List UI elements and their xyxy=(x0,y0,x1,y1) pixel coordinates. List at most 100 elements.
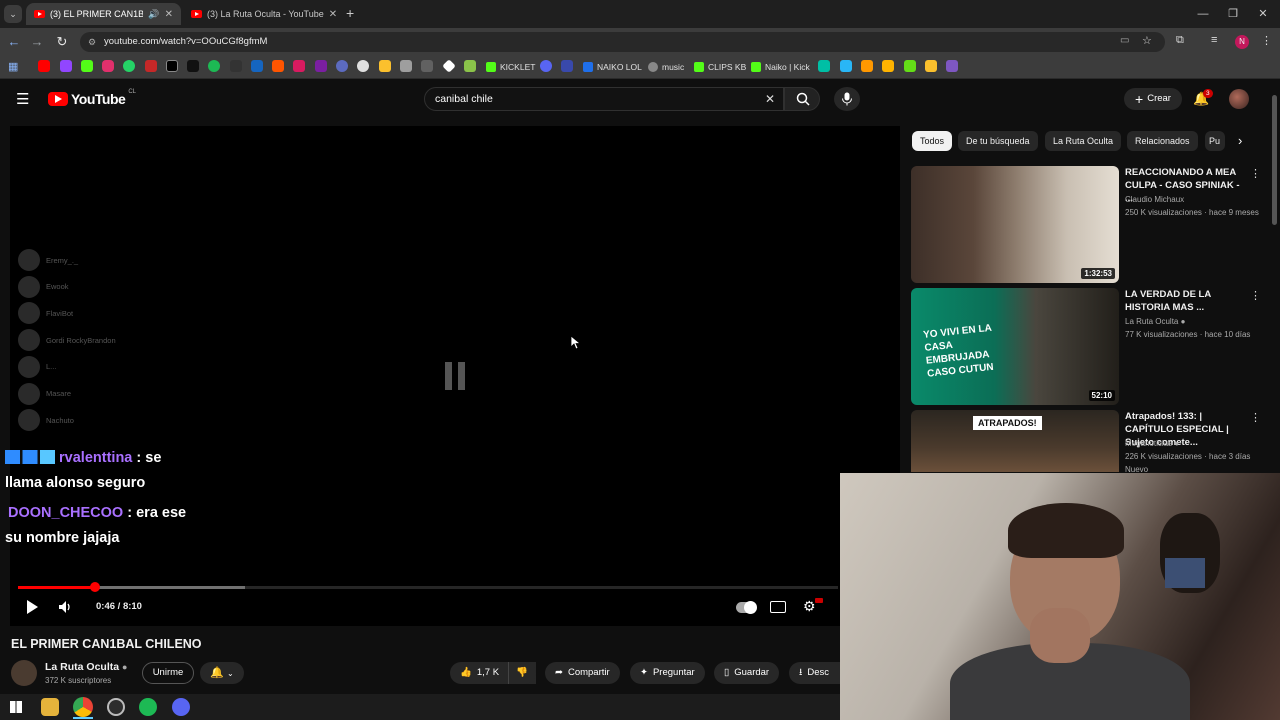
voice-search-button[interactable] xyxy=(834,87,860,111)
chip-related[interactable]: Relacionados xyxy=(1127,131,1198,151)
close-window-button[interactable]: ✕ xyxy=(1248,4,1278,24)
tab-search-icon[interactable]: ⌄ xyxy=(4,5,22,23)
bookmark-teal-icon[interactable] xyxy=(818,60,830,72)
bookmark-chrome-icon[interactable] xyxy=(357,60,369,72)
chip-all[interactable]: Todos xyxy=(912,131,953,151)
chevron-right-icon[interactable]: › xyxy=(1238,133,1242,148)
channel-name[interactable]: Meganoticias ● xyxy=(1125,439,1179,448)
create-button[interactable]: + Crear xyxy=(1124,88,1182,110)
bookmark-tiktok-icon[interactable] xyxy=(187,60,199,72)
bookmark-orange-icon[interactable] xyxy=(861,60,873,72)
bookmark-twitch-icon[interactable] xyxy=(60,60,72,72)
obs-icon[interactable] xyxy=(107,698,125,716)
bookmark-gray-icon[interactable] xyxy=(421,60,433,72)
bookmark-red-icon[interactable] xyxy=(145,60,157,72)
discord-icon[interactable] xyxy=(172,698,190,716)
address-bar[interactable]: ⚙ youtube.com/watch?v=OOuCGf8gfmM xyxy=(80,32,1165,52)
video-thumbnail[interactable]: 1:32:53 xyxy=(911,166,1119,283)
bookmark-instagram-icon[interactable] xyxy=(102,60,114,72)
video-thumbnail[interactable]: YO VIVI EN LA CASA EMBRUJADA CASO CUTUN … xyxy=(911,288,1119,405)
subtitles-icon[interactable] xyxy=(770,601,786,613)
extensions-icon[interactable]: ⧉ xyxy=(1176,34,1184,47)
bookmark-whatsapp-icon[interactable] xyxy=(123,60,135,72)
channel-avatar[interactable] xyxy=(11,660,37,686)
channel-name[interactable]: La Ruta Oculta ● xyxy=(1125,317,1185,326)
bookmark-green-icon[interactable] xyxy=(464,60,476,72)
video-thumbnail[interactable]: ATRAPADOS! xyxy=(911,410,1119,472)
windows-start-icon[interactable] xyxy=(10,701,22,713)
account-avatar[interactable] xyxy=(1229,89,1249,109)
channel-name[interactable]: Claudio Michaux xyxy=(1125,195,1184,204)
tab-active-video[interactable]: (3) EL PRIMER CAN1BAL CH 🔊 ✕ xyxy=(26,3,181,25)
minimize-button[interactable]: — xyxy=(1188,4,1218,24)
chat-username[interactable]: rvalenttina xyxy=(59,450,132,466)
more-options-icon[interactable]: ⋮ xyxy=(1250,167,1261,180)
bookmark-youtube-icon[interactable] xyxy=(38,60,50,72)
bookmark-blue-icon[interactable] xyxy=(251,60,263,72)
bookmark-s-icon[interactable] xyxy=(230,60,242,72)
ask-button[interactable]: ✦ Preguntar xyxy=(630,662,705,684)
profile-avatar[interactable]: N xyxy=(1235,35,1249,49)
bookmark-spotify-icon[interactable] xyxy=(208,60,220,72)
bookmark-x-icon[interactable] xyxy=(166,60,178,72)
search-button[interactable] xyxy=(784,87,820,111)
menu-icon[interactable]: ☰ xyxy=(16,90,29,108)
media-icon[interactable]: ≡ xyxy=(1211,34,1217,46)
browser-menu-icon[interactable]: ⋮ xyxy=(1261,34,1272,47)
download-button[interactable]: ⭳ Desc xyxy=(789,662,841,684)
chrome-icon[interactable] xyxy=(73,697,93,717)
settings-gear-icon[interactable]: ⚙ xyxy=(803,598,816,615)
bookmark-naiko-kick[interactable]: Naiko | Kick xyxy=(751,58,810,76)
bookmark-discord-icon[interactable] xyxy=(540,60,552,72)
chip-channel[interactable]: La Ruta Oculta xyxy=(1045,131,1122,151)
share-button[interactable]: ➦ Compartir xyxy=(545,662,620,684)
more-options-icon[interactable]: ⋮ xyxy=(1250,289,1261,302)
bookmark-yellow-icon[interactable] xyxy=(379,60,391,72)
file-explorer-icon[interactable] xyxy=(41,698,59,716)
close-tab-icon[interactable]: ✕ xyxy=(165,9,173,20)
bookmark-music[interactable]: music xyxy=(648,58,684,76)
bookmark-shield-icon[interactable] xyxy=(561,60,573,72)
reload-icon[interactable]: ↻ xyxy=(53,33,71,51)
join-button[interactable]: Unirme xyxy=(142,662,194,684)
bookmark-lime-icon[interactable] xyxy=(904,60,916,72)
bookmark-loop-icon[interactable] xyxy=(946,60,958,72)
bookmark-u-icon[interactable] xyxy=(925,60,937,72)
clear-search-icon[interactable]: ✕ xyxy=(765,88,775,110)
forward-icon[interactable]: → xyxy=(28,33,46,51)
bookmark-clips-kb[interactable]: CLIPS KB xyxy=(694,58,746,76)
speaker-icon[interactable]: 🔊 xyxy=(148,9,159,20)
restore-button[interactable]: ❐ xyxy=(1218,4,1248,24)
new-tab-button[interactable]: + xyxy=(346,5,354,21)
autoplay-toggle[interactable] xyxy=(736,601,757,614)
bookmark-cat-icon[interactable] xyxy=(400,60,412,72)
chip-more[interactable]: Pu xyxy=(1205,131,1225,151)
bookmark-pink-icon[interactable] xyxy=(293,60,305,72)
chip-from-search[interactable]: De tu búsqueda xyxy=(958,131,1038,151)
channel-name[interactable]: La Ruta Oculta ● xyxy=(45,661,127,673)
bookmark-naiko-lol[interactable]: NAIKO LOL xyxy=(583,58,642,76)
page-scrollbar[interactable] xyxy=(1272,95,1277,225)
back-icon[interactable]: ← xyxy=(5,33,23,51)
chat-username[interactable]: DOON_CHECOO xyxy=(8,505,123,521)
subscribe-bell-dropdown[interactable]: 🔔 ⌄ xyxy=(200,662,244,684)
site-info-icon[interactable]: ⚙ xyxy=(88,32,96,52)
tab-channel[interactable]: (3) La Ruta Oculta - YouTube ✕ xyxy=(183,3,341,25)
more-options-icon[interactable]: ⋮ xyxy=(1250,411,1261,424)
cast-icon[interactable]: ▭ xyxy=(1120,35,1129,46)
bookmark-amber-icon[interactable] xyxy=(882,60,894,72)
bookmark-globe-icon[interactable] xyxy=(336,60,348,72)
apps-grid-icon[interactable]: ▦ xyxy=(8,60,18,73)
search-input[interactable]: canibal chile ✕ xyxy=(424,87,784,111)
spotify-icon[interactable] xyxy=(139,698,157,716)
close-tab-icon[interactable]: ✕ xyxy=(329,9,337,20)
progress-scrubber[interactable] xyxy=(89,582,100,592)
video-title[interactable]: LA VERDAD DE LA HISTORIA MAS ... xyxy=(1125,288,1245,314)
bookmark-person-icon[interactable] xyxy=(840,60,852,72)
bookmark-purple-icon[interactable] xyxy=(315,60,327,72)
save-button[interactable]: ▯ Guardar xyxy=(714,662,780,684)
play-icon[interactable] xyxy=(25,600,39,614)
dislike-button[interactable]: 👎 xyxy=(508,662,536,684)
volume-icon[interactable] xyxy=(58,600,72,614)
bookmark-soundcloud-icon[interactable] xyxy=(272,60,284,72)
